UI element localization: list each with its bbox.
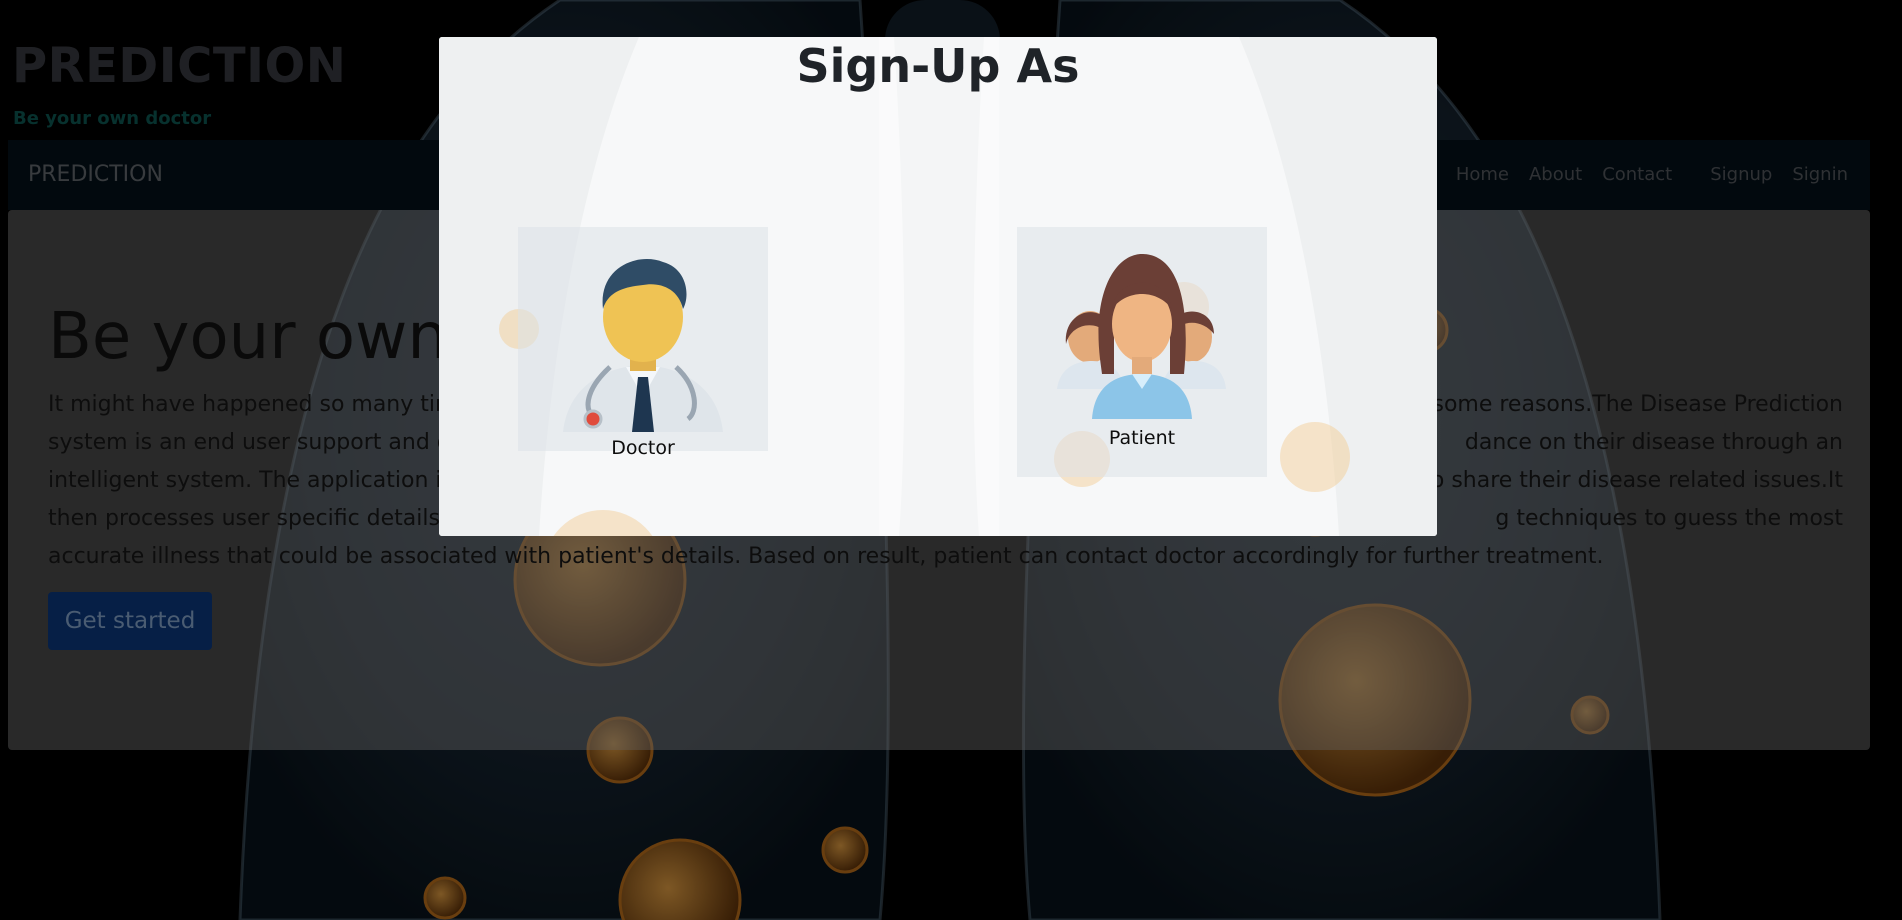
patient-option-label: Patient xyxy=(1108,427,1176,449)
doctor-option-label: Doctor xyxy=(611,437,675,459)
signup-doctor-option[interactable]: Doctor xyxy=(518,227,768,459)
signup-modal: Sign-Up As Doctor Patient xyxy=(439,37,1437,536)
signup-patient-option[interactable]: Patient xyxy=(1017,227,1267,477)
patients-group-icon xyxy=(1057,254,1226,419)
doctor-avatar-icon xyxy=(563,259,723,432)
modal-title: Sign-Up As xyxy=(796,39,1080,93)
